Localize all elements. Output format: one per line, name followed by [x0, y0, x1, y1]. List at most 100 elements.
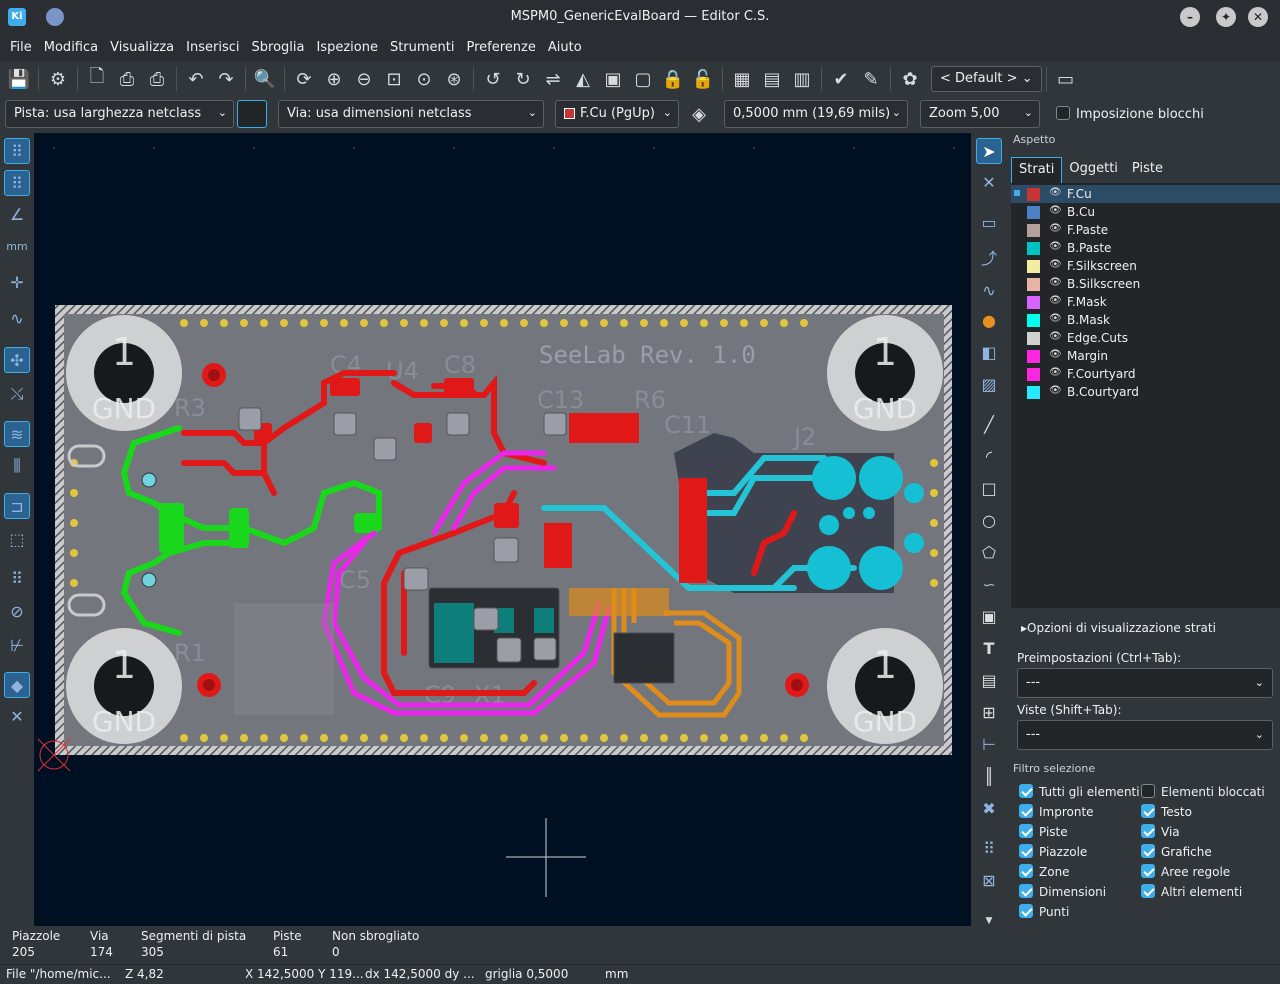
layer-row[interactable]: 👁 B.Courtyard: [1011, 383, 1280, 401]
menu-inspect[interactable]: Ispezione: [310, 34, 383, 62]
checkbox-icon[interactable]: [1019, 804, 1033, 818]
add-zone-icon[interactable]: ◧: [976, 340, 1002, 366]
zoom-objects-icon[interactable]: ⊙: [409, 65, 439, 93]
add-barcode-icon[interactable]: ║: [976, 764, 1002, 790]
presets-select[interactable]: --- ⌄: [1017, 668, 1273, 698]
add-textbox-icon[interactable]: ▤: [976, 668, 1002, 694]
delete-tool-icon[interactable]: ✖: [976, 796, 1002, 822]
netlist-icon[interactable]: ▦: [727, 65, 757, 93]
filter-checkbox[interactable]: Testo: [1141, 804, 1192, 819]
grid-select[interactable]: 0,5000 mm (19,69 mils) ⌄: [724, 100, 908, 128]
close-button[interactable]: ✕: [1248, 7, 1268, 27]
rotate-cw-icon[interactable]: ↻: [508, 65, 538, 93]
add-text-icon[interactable]: T: [976, 636, 1002, 662]
views-select[interactable]: --- ⌄: [1017, 720, 1273, 750]
layer-color-swatch[interactable]: [1027, 296, 1040, 309]
footprint-editor-icon[interactable]: ▤: [757, 65, 787, 93]
zoom-fit-icon[interactable]: ⊡: [379, 65, 409, 93]
units-mm-icon[interactable]: mm: [4, 234, 30, 260]
flip-icon[interactable]: ⇌: [538, 65, 568, 93]
filter-checkbox[interactable]: Via: [1141, 824, 1180, 839]
eye-icon[interactable]: 👁: [1049, 313, 1063, 325]
layer-row[interactable]: 👁 B.Cu: [1011, 203, 1280, 221]
plot-icon[interactable]: ⎙: [142, 65, 172, 93]
checkbox-icon[interactable]: [1141, 784, 1155, 798]
draw-circle-icon[interactable]: ○: [976, 508, 1002, 534]
tune-length-icon[interactable]: ∿: [976, 278, 1002, 304]
menu-route[interactable]: Sbroglia: [246, 34, 311, 62]
group-icon[interactable]: ▣: [598, 65, 628, 93]
filter-checkbox[interactable]: Dimensioni: [1019, 884, 1106, 899]
add-table-icon[interactable]: ⊞: [976, 700, 1002, 726]
lock-icon[interactable]: 🔒: [658, 65, 688, 93]
eye-icon[interactable]: 👁: [1049, 223, 1063, 235]
add-dimension-icon[interactable]: ⊢: [976, 732, 1002, 758]
refresh-icon[interactable]: ⟳: [289, 65, 319, 93]
draw-arc-icon[interactable]: ◜: [976, 444, 1002, 470]
checkbox-icon[interactable]: [1019, 864, 1033, 878]
cursor-icon[interactable]: ✛: [4, 270, 30, 296]
layer-color-swatch[interactable]: [1027, 350, 1040, 363]
page-settings-icon[interactable]: 🗋: [82, 65, 112, 93]
eye-icon[interactable]: 👁: [1049, 205, 1063, 217]
ratsnest-icon[interactable]: ✣: [4, 347, 30, 373]
checkbox-icon[interactable]: [1141, 884, 1155, 898]
layer-row[interactable]: 👁 F.Mask: [1011, 293, 1280, 311]
zone-outline-icon[interactable]: ⬚: [4, 527, 30, 553]
zoom-select[interactable]: Zoom 5,00 ⌄: [920, 100, 1040, 128]
menu-file[interactable]: File: [4, 34, 38, 62]
via-size-select[interactable]: Via: usa dimensioni netclass ⌄: [278, 100, 544, 128]
minimize-button[interactable]: –: [1180, 7, 1200, 27]
filter-checkbox[interactable]: Piste: [1019, 824, 1068, 839]
redo-icon[interactable]: ↷: [211, 65, 241, 93]
add-image-icon[interactable]: ▣: [976, 604, 1002, 630]
draw-line-icon[interactable]: ╱: [976, 412, 1002, 438]
eye-icon[interactable]: 👁: [1049, 385, 1063, 397]
undo-icon[interactable]: ↶: [181, 65, 211, 93]
scripting-icon[interactable]: ✎: [856, 65, 886, 93]
pin-button[interactable]: ✦: [1216, 7, 1236, 27]
menu-tools[interactable]: Strumenti: [384, 34, 461, 62]
filter-checkbox[interactable]: Tutti gli elementi: [1019, 784, 1140, 799]
layer-color-swatch[interactable]: [1027, 260, 1040, 273]
checkbox-icon[interactable]: [1141, 824, 1155, 838]
track-width-select[interactable]: Pista: usa larghezza netclass ⌄: [5, 100, 234, 128]
layer-row[interactable]: 👁 F.Cu: [1011, 185, 1280, 203]
eye-icon[interactable]: 👁: [1049, 367, 1063, 379]
layers-manager-icon[interactable]: ◆: [4, 672, 30, 698]
filter-checkbox[interactable]: Piazzole: [1019, 844, 1087, 859]
layer-row[interactable]: 👁 F.Courtyard: [1011, 365, 1280, 383]
checkbox-icon[interactable]: [1141, 844, 1155, 858]
polar-coords-icon[interactable]: ∠: [4, 202, 30, 228]
layer-row[interactable]: 👁 F.Silkscreen: [1011, 257, 1280, 275]
checkbox-icon[interactable]: [1141, 804, 1155, 818]
menu-preferences[interactable]: Preferenze: [461, 34, 542, 62]
tab-layers[interactable]: Strati: [1011, 157, 1063, 183]
grid-toggle-icon[interactable]: ⠿: [4, 138, 30, 164]
constrain-checkbox[interactable]: Imposizione blocchi: [1056, 106, 1204, 122]
eye-icon[interactable]: 👁: [1049, 241, 1063, 253]
checkbox-icon[interactable]: [1141, 864, 1155, 878]
menu-view[interactable]: Visualizza: [104, 34, 180, 62]
layer-color-swatch[interactable]: [1027, 206, 1040, 219]
layer-color-swatch[interactable]: [1027, 368, 1040, 381]
zoom-selection-icon[interactable]: ⊛: [439, 65, 469, 93]
drill-origin-icon[interactable]: ⊠: [976, 868, 1002, 894]
layer-color-swatch[interactable]: [1027, 278, 1040, 291]
checkbox-icon[interactable]: [1019, 824, 1033, 838]
checkbox-icon[interactable]: [1019, 884, 1033, 898]
layer-row[interactable]: 👁 B.Mask: [1011, 311, 1280, 329]
draw-rectangle-icon[interactable]: □: [976, 476, 1002, 502]
layer-options-toggle[interactable]: ▸Opzioni di visualizzazione strati: [1021, 621, 1216, 635]
layer-color-swatch[interactable]: [1027, 242, 1040, 255]
board-setup-icon[interactable]: ⚙: [43, 65, 73, 93]
eye-icon[interactable]: 👁: [1049, 331, 1063, 343]
eye-icon[interactable]: 👁: [1049, 295, 1063, 307]
layer-pair-icon[interactable]: ◈: [684, 100, 714, 128]
checkbox-icon[interactable]: [1019, 844, 1033, 858]
filter-checkbox[interactable]: Grafiche: [1141, 844, 1212, 859]
filter-checkbox[interactable]: Impronte: [1019, 804, 1094, 819]
unlock-icon[interactable]: 🔓: [688, 65, 718, 93]
tab-nets[interactable]: Piste: [1125, 157, 1170, 183]
track-outline-icon[interactable]: ⫼: [4, 453, 30, 479]
